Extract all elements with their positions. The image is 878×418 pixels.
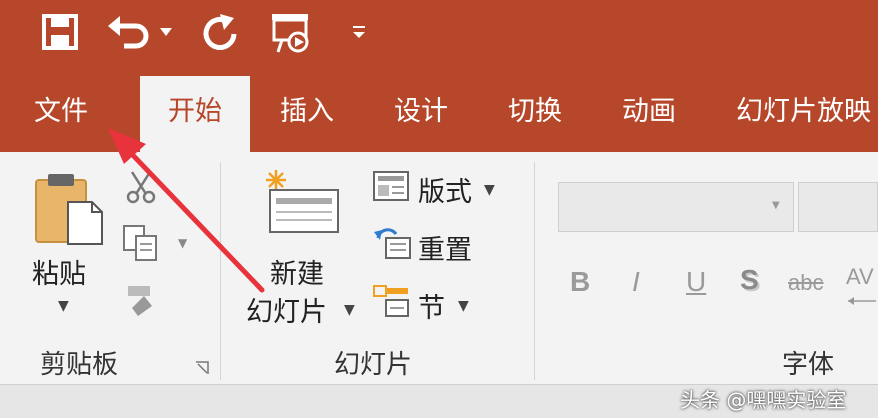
paste-dropdown-icon[interactable]: ▼ (58, 298, 69, 314)
group-separator (220, 162, 221, 380)
bold-button[interactable]: B (570, 266, 590, 298)
reset-icon[interactable] (372, 226, 412, 264)
new-slide-dropdown-icon[interactable]: ▼ (344, 302, 355, 318)
ribbon-home: 粘贴 ▼ ▼ 剪贴板 新建 幻灯片 ▼ 版式 ▼ 重置 节 ▼ 幻灯片 ▼ B … (0, 152, 878, 384)
redo-icon[interactable] (196, 10, 244, 54)
paste-icon[interactable] (32, 172, 106, 250)
tab-file[interactable]: 文件 (6, 72, 116, 152)
copy-dropdown-icon[interactable]: ▼ (178, 236, 187, 250)
ribbon-tabs: 文件 开始 插入 设计 切换 动画 幻灯片放映 (0, 72, 878, 152)
slides-group-label: 幻灯片 (334, 350, 413, 380)
shadow-button[interactable]: S (740, 264, 759, 296)
layout-dropdown-icon[interactable]: ▼ (484, 182, 495, 198)
tab-animations[interactable]: 动画 (594, 72, 704, 152)
italic-button[interactable]: I (632, 266, 640, 298)
font-name-combo[interactable] (558, 182, 794, 232)
underline-button[interactable]: U (686, 266, 706, 298)
new-slide-button[interactable]: 新建 (270, 252, 324, 291)
format-painter-icon[interactable] (124, 282, 160, 322)
new-slide-button-line2[interactable]: 幻灯片 (246, 290, 327, 329)
strikethrough-button[interactable]: abc (788, 270, 823, 296)
font-name-dropdown-icon[interactable]: ▼ (772, 200, 780, 211)
copy-icon[interactable] (122, 224, 162, 266)
tab-home[interactable]: 开始 (140, 76, 250, 152)
character-spacing-button[interactable]: AV (846, 264, 874, 290)
save-icon[interactable] (36, 10, 84, 54)
clipboard-launcher-icon[interactable] (194, 360, 210, 380)
spacing-arrows-icon (846, 292, 878, 311)
tab-insert[interactable]: 插入 (252, 72, 362, 152)
tab-slideshow[interactable]: 幻灯片放映 (708, 72, 878, 152)
new-slide-icon[interactable] (262, 168, 342, 242)
slideshow-icon[interactable] (264, 10, 320, 54)
tab-transitions[interactable]: 切换 (480, 72, 590, 152)
cut-icon[interactable] (124, 170, 158, 208)
font-size-combo[interactable] (798, 182, 878, 232)
tab-design[interactable]: 设计 (366, 72, 476, 152)
section-icon[interactable] (372, 284, 410, 324)
section-dropdown-icon[interactable]: ▼ (458, 298, 469, 314)
font-group-label: 字体 (782, 350, 835, 380)
reset-button[interactable]: 重置 (418, 228, 472, 267)
undo-icon[interactable] (104, 10, 174, 54)
clipboard-group-label: 剪贴板 (40, 350, 119, 380)
group-separator (534, 162, 535, 380)
layout-icon[interactable] (372, 170, 410, 206)
customize-qat-icon[interactable] (344, 10, 374, 54)
section-button[interactable]: 节 (418, 286, 445, 325)
layout-button[interactable]: 版式 (418, 170, 472, 209)
quick-access-toolbar (0, 0, 878, 72)
paste-button[interactable]: 粘贴 (32, 252, 86, 291)
watermark: 头条 @嘿嘿实验室 (680, 388, 847, 412)
